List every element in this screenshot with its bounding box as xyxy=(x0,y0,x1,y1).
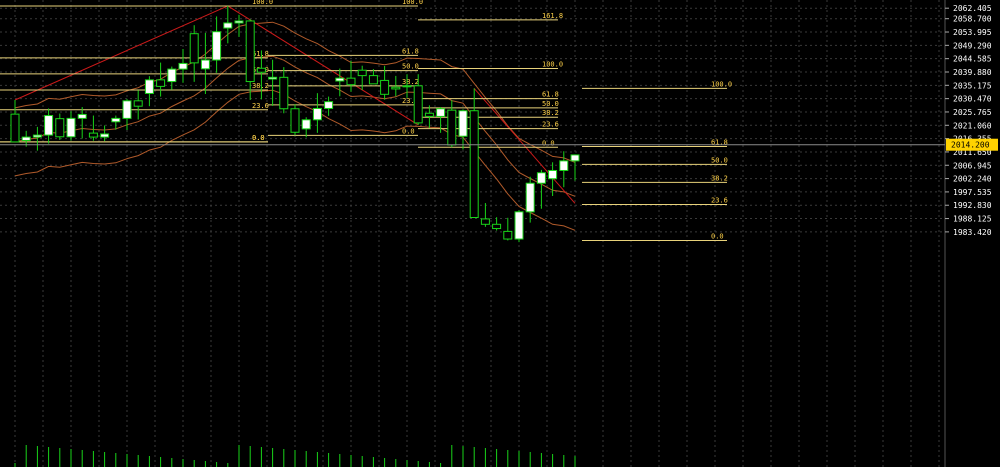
candle-body xyxy=(234,20,244,24)
price-tick-label: 2058.700 xyxy=(953,15,992,24)
price-axis: 2062.405 2058.700 2053.995 2049.290 2044.585… xyxy=(944,0,992,467)
candle-body xyxy=(268,76,278,80)
fib-set2-label: 0.0 xyxy=(402,127,415,135)
candle-body xyxy=(10,113,20,143)
candle-body xyxy=(212,31,222,61)
candle-body xyxy=(447,109,457,146)
fib-set4-label: 0.0 xyxy=(711,232,724,240)
candle-body xyxy=(77,113,87,119)
fib-set1-label: 100.0 xyxy=(252,0,273,6)
price-tick-label: 2053.995 xyxy=(953,28,992,37)
fib-set4-label: 100.0 xyxy=(711,80,732,88)
fib-set2-label: 38.2 xyxy=(402,78,419,86)
candle-body xyxy=(335,77,345,82)
fib-set1-label: 0.0 xyxy=(252,134,265,142)
price-tick-label: 2062.405 xyxy=(953,4,992,13)
candle-body xyxy=(559,160,569,171)
fib-set3-label: 0.0 xyxy=(542,139,555,147)
price-tick-label: 2035.175 xyxy=(953,81,992,90)
fib-set1-label: 23.6 xyxy=(252,102,269,110)
candle-body xyxy=(21,136,31,141)
candle-body xyxy=(111,117,121,123)
candle-body xyxy=(503,230,513,240)
candle-body xyxy=(357,69,367,77)
candle-body xyxy=(223,22,233,29)
candle-body xyxy=(548,169,558,180)
fib-set2-label: 100.0 xyxy=(402,0,423,6)
candle-body xyxy=(32,134,42,138)
candle-body xyxy=(346,77,356,86)
candle-body xyxy=(44,115,54,136)
fib-set3-label: 161.8 xyxy=(542,12,563,20)
candle-body xyxy=(200,59,210,70)
fib-set3-label: 50.0 xyxy=(542,100,559,108)
candle-body xyxy=(156,79,166,87)
price-tick-label: 2006.945 xyxy=(953,161,992,170)
candle-body xyxy=(290,108,300,133)
candle-body xyxy=(480,218,490,225)
candle-body xyxy=(55,118,65,138)
candle-body xyxy=(413,85,423,124)
candle-body xyxy=(570,154,580,162)
price-tick-label: 2002.240 xyxy=(953,175,992,184)
fib-set3-label: 61.8 xyxy=(542,91,559,99)
candle-body xyxy=(178,62,188,70)
trend-line xyxy=(473,88,576,204)
fib-set3-label: 38.2 xyxy=(542,109,559,117)
fib-set2-label: 61.8 xyxy=(402,47,419,55)
fib-set3-label: 100.0 xyxy=(542,61,563,69)
price-tick-label: 2049.290 xyxy=(953,41,992,50)
candle-body xyxy=(245,20,255,83)
candle-body xyxy=(380,79,390,95)
candle-body xyxy=(324,101,334,109)
candle-body xyxy=(458,110,468,137)
candle-body xyxy=(279,76,289,110)
price-tick-label: 2030.470 xyxy=(953,95,992,104)
fib-set4-label: 61.8 xyxy=(711,138,728,146)
candle-body xyxy=(66,117,76,138)
candle-body xyxy=(88,132,98,138)
candle-body xyxy=(536,172,546,184)
current-price-label: 2014.200 xyxy=(951,141,990,150)
price-tick-label: 2039.880 xyxy=(953,68,992,77)
candle-body xyxy=(312,107,322,121)
price-tick-label: 1992.830 xyxy=(953,201,992,210)
candle-body xyxy=(525,182,535,213)
grid xyxy=(0,0,945,467)
candlestick-chart: 100.061.850.038.223.60.00.0161.8100.061.… xyxy=(0,0,998,467)
candle-body xyxy=(167,68,177,83)
candle-body xyxy=(122,100,132,119)
candle-body xyxy=(424,112,434,117)
fib-set4-label: 38.2 xyxy=(711,174,728,182)
fib-set2-label: 50.0 xyxy=(402,63,419,71)
candle-body xyxy=(189,33,199,64)
price-tick-label: 2021.060 xyxy=(953,121,992,130)
candle-body xyxy=(100,133,110,138)
candle-body xyxy=(492,223,502,230)
fib-set4-label: 23.6 xyxy=(711,197,728,205)
fib-set3-label: 23.6 xyxy=(542,121,559,129)
fib-set1-label: 38.2 xyxy=(252,82,269,90)
fib-set4-label: 50.0 xyxy=(711,156,728,164)
price-tick-label: 1997.535 xyxy=(953,188,992,197)
candle-body xyxy=(391,86,401,90)
candle-body xyxy=(301,119,311,130)
price-tick-label: 1983.420 xyxy=(953,228,992,237)
candle-body xyxy=(133,100,143,107)
price-tick-label: 1988.125 xyxy=(953,215,992,224)
candle-body xyxy=(514,211,524,240)
price-tick-label: 2025.765 xyxy=(953,108,992,117)
candle-body xyxy=(469,110,479,218)
price-tick-label: 2044.585 xyxy=(953,55,992,64)
fibonacci-levels: 100.061.850.038.223.60.00.0161.8100.061.… xyxy=(0,0,732,241)
candle-body xyxy=(256,67,266,73)
candle-body xyxy=(402,85,412,88)
candle-body xyxy=(436,108,446,117)
candle-body xyxy=(368,75,378,85)
candle-body xyxy=(144,79,154,94)
